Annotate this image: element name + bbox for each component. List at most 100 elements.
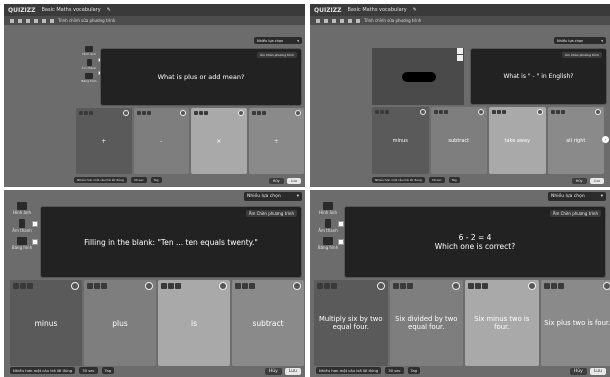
image-icon[interactable] <box>242 283 248 289</box>
superscript-icon[interactable] <box>348 18 352 23</box>
answer-option-3[interactable]: is <box>158 280 230 366</box>
correct-check-icon[interactable] <box>452 282 460 290</box>
answer-option-1[interactable]: Multiply six by two equal four. <box>314 280 388 366</box>
superscript-icon[interactable] <box>42 18 46 23</box>
answer-option-4[interactable]: all right <box>547 107 604 174</box>
answer-option-1[interactable]: minus <box>10 280 82 366</box>
time-select[interactable]: 30 sec <box>79 367 98 374</box>
bold-icon[interactable] <box>26 18 30 23</box>
edit-image-icon[interactable] <box>457 55 463 61</box>
image-icon[interactable] <box>199 111 203 115</box>
question-input[interactable]: Âm Chèn phương trình Filling in the blan… <box>40 206 302 278</box>
correct-check-icon[interactable] <box>527 282 536 290</box>
correct-check-icon[interactable] <box>419 109 426 115</box>
formula-icon[interactable] <box>89 111 93 115</box>
formula-icon[interactable] <box>204 111 208 115</box>
multi-answer-toggle[interactable]: Nhiều hơn một câu trả lời đúng <box>316 367 382 374</box>
add-video-item[interactable]: Băng hình <box>318 237 345 250</box>
correct-check-icon[interactable] <box>237 110 244 116</box>
underline-icon[interactable] <box>316 18 320 23</box>
formula-icon[interactable] <box>101 283 107 289</box>
delete-icon[interactable] <box>543 283 550 289</box>
formula-icon[interactable] <box>406 283 413 289</box>
save-button[interactable]: Lưu <box>589 178 604 184</box>
add-audio-item[interactable]: Âm thanh <box>82 59 103 75</box>
correct-check-icon[interactable] <box>219 282 227 290</box>
insert-equation-button[interactable]: Âm Chèn phương trình <box>257 52 297 58</box>
delete-icon[interactable] <box>433 110 438 114</box>
image-icon[interactable] <box>168 283 174 289</box>
answer-option-3[interactable]: Six minus two is four. <box>465 280 539 366</box>
tag-button[interactable]: Tag <box>407 367 421 374</box>
correct-check-icon[interactable] <box>145 282 153 290</box>
formula-editor-button[interactable]: Trình chỉnh sửa phương trình <box>58 18 115 23</box>
delete-icon[interactable] <box>87 283 93 289</box>
tag-button[interactable]: Tag <box>150 177 162 183</box>
quiz-title[interactable]: Basic Maths vocabulary <box>348 7 407 13</box>
formula-icon[interactable] <box>27 283 33 289</box>
image-icon[interactable] <box>497 110 501 114</box>
answer-option-2[interactable]: subtract <box>430 107 487 174</box>
cancel-button[interactable]: Hủy <box>264 368 282 375</box>
edit-pencil-icon[interactable]: ✎ <box>413 7 417 13</box>
clear-format-icon[interactable] <box>356 18 360 23</box>
multi-answer-toggle[interactable]: Nhiều hơn một câu trả lời đúng <box>10 367 76 374</box>
subscript-icon[interactable] <box>340 18 344 23</box>
answer-option-1[interactable]: + <box>76 108 132 174</box>
image-icon[interactable] <box>141 111 146 115</box>
answer-option-2[interactable]: - <box>133 108 189 174</box>
insert-equation-button[interactable]: Âm Chèn phương trình <box>245 210 297 217</box>
formula-icon[interactable] <box>331 283 337 289</box>
quiz-title[interactable]: Basic Maths vocabulary <box>42 7 101 13</box>
question-type-select[interactable]: Nhiều lựa chọn ▾ <box>254 37 302 44</box>
save-button[interactable]: Lưu <box>284 368 301 375</box>
italic-icon[interactable] <box>324 18 328 23</box>
audio-checkbox[interactable] <box>337 221 344 227</box>
formula-icon[interactable] <box>443 110 448 114</box>
insert-equation-button[interactable]: Âm Chèn phương trình <box>549 210 601 217</box>
italic-icon[interactable] <box>18 18 22 23</box>
subscript-icon[interactable] <box>34 18 38 23</box>
answer-option-3[interactable]: take away <box>489 107 546 174</box>
image-icon[interactable] <box>84 111 88 115</box>
formula-icon[interactable] <box>261 111 266 115</box>
image-icon[interactable] <box>550 283 557 289</box>
image-icon[interactable] <box>475 283 481 289</box>
delete-icon[interactable] <box>468 283 474 289</box>
formula-editor-button[interactable]: Trình chỉnh sửa phương trình <box>364 18 421 23</box>
delete-icon[interactable] <box>79 111 83 115</box>
time-select[interactable]: 30 sec <box>130 177 147 183</box>
bold-icon[interactable] <box>332 18 336 23</box>
correct-check-icon[interactable] <box>295 110 301 116</box>
delete-icon[interactable] <box>136 111 141 115</box>
correct-check-icon[interactable] <box>71 282 79 290</box>
delete-icon[interactable] <box>194 111 198 115</box>
add-audio-item[interactable]: Âm thanh <box>12 219 38 233</box>
delete-icon[interactable] <box>392 283 399 289</box>
formula-icon[interactable] <box>560 110 565 114</box>
question-input[interactable]: Âm Chèn phương trình 6 - 2 = 4 Which one… <box>344 206 606 278</box>
image-icon[interactable] <box>94 283 100 289</box>
image-icon[interactable] <box>438 110 443 114</box>
correct-check-icon[interactable] <box>180 110 186 116</box>
delete-icon[interactable] <box>317 283 323 289</box>
correct-check-icon[interactable] <box>293 282 301 290</box>
correct-check-icon[interactable] <box>595 109 601 115</box>
question-input[interactable]: Âm Chèn phương trình What is plus or add… <box>100 48 302 106</box>
insert-equation-button[interactable]: Âm Chèn phương trình <box>562 52 602 58</box>
delete-image-icon[interactable] <box>457 48 463 54</box>
answer-option-2[interactable]: Six divided by two equal four. <box>389 280 463 366</box>
delete-icon[interactable] <box>375 110 379 114</box>
tag-button[interactable]: Tag <box>101 367 115 374</box>
formula-icon[interactable] <box>146 111 151 115</box>
cancel-button[interactable]: Hủy <box>268 178 284 184</box>
cancel-button[interactable]: Hủy <box>569 368 587 375</box>
formula-icon[interactable] <box>385 110 389 114</box>
add-image-item[interactable]: Hình ảnh <box>13 202 31 215</box>
clear-format-icon[interactable] <box>50 18 54 23</box>
delete-icon[interactable] <box>492 110 496 114</box>
time-select[interactable]: 30 sec <box>428 177 445 183</box>
question-image[interactable] <box>372 48 464 105</box>
question-input[interactable]: Âm Chèn phương trình What is " - " in En… <box>470 48 607 105</box>
correct-check-icon[interactable] <box>478 109 484 115</box>
